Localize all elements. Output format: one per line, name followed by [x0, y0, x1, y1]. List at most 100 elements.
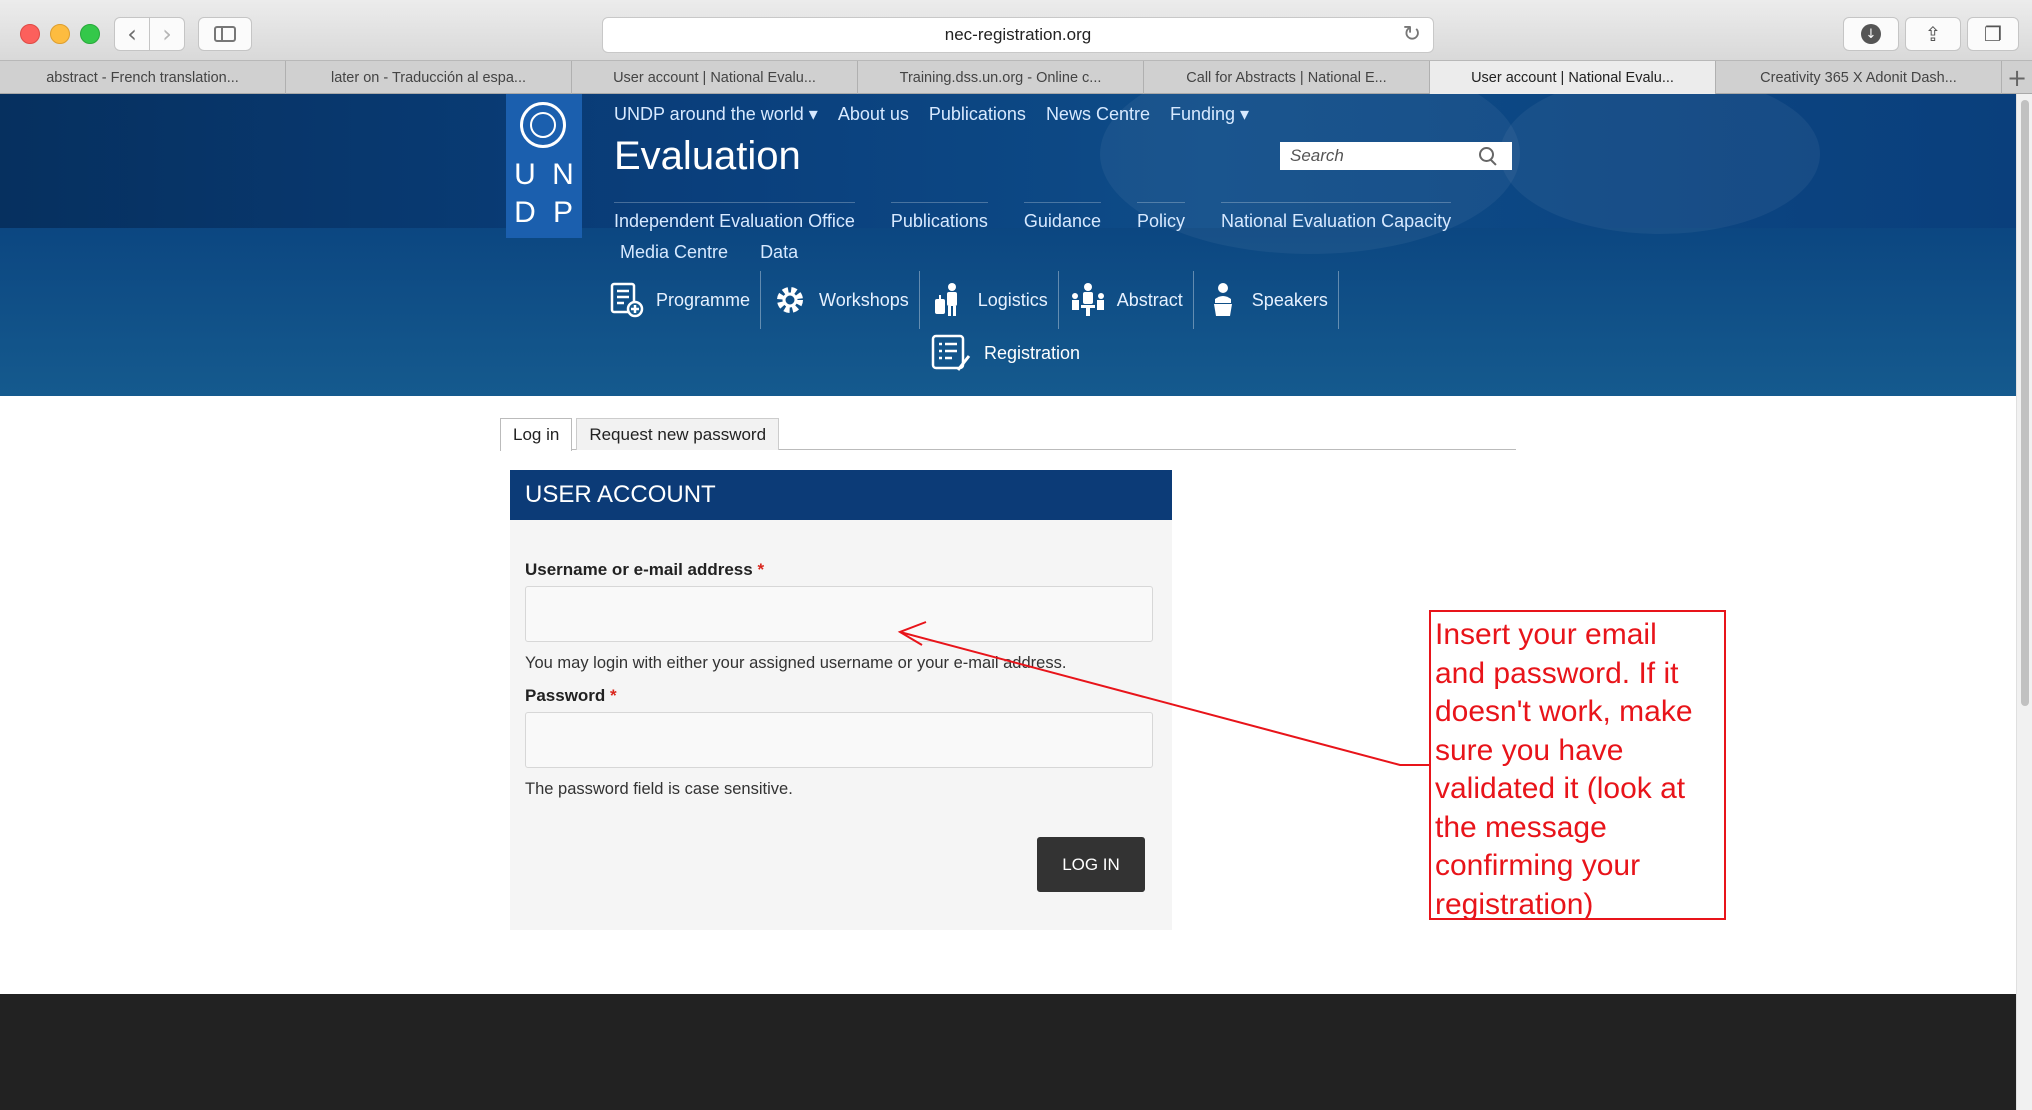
logo-letter: D [514, 196, 536, 229]
browser-tab[interactable]: later on - Traducción al espa... [286, 61, 572, 94]
programme-icon [608, 281, 646, 319]
event-nav-label: Programme [656, 289, 751, 310]
new-tab-button[interactable]: + [2002, 61, 2032, 94]
annotation-line: doesn't work, make [1435, 695, 1693, 728]
event-nav: Programme Workshops Logistics Abstract S… [598, 270, 1339, 330]
registration-icon [931, 334, 971, 371]
nav-policy[interactable]: Policy [1136, 202, 1185, 232]
annotation-note: Insert your email and password. If it do… [1429, 610, 1726, 921]
top-link-about[interactable]: About us [838, 104, 909, 125]
browser-tab-active[interactable]: User account | National Evalu... [1430, 61, 1716, 94]
back-button[interactable]: ‹ [114, 17, 150, 51]
gear-icon [771, 281, 809, 319]
annotation-line: and password. If it [1435, 656, 1679, 690]
browser-tab[interactable]: Call for Abstracts | National E... [1144, 61, 1430, 94]
nav-national-evaluation-capacity[interactable]: National Evaluation Capacity [1221, 202, 1452, 232]
logo-letter: P [552, 196, 573, 229]
required-mark: * [757, 560, 765, 579]
nav-data[interactable]: Data [760, 242, 798, 263]
tabs-icon: ❐ [1984, 22, 2002, 46]
main-nav: Independent Evaluation Office Publicatio… [614, 202, 1452, 232]
logo-letter: U [514, 158, 536, 191]
username-label: Username or e-mail address * [525, 560, 764, 580]
username-input[interactable] [525, 586, 1153, 642]
sub-nav: Media Centre Data [620, 242, 798, 263]
logo-letter: N [552, 158, 574, 191]
event-nav-label: Speakers [1251, 289, 1328, 310]
url-text: nec-registration.org [944, 25, 1092, 44]
nav-guidance[interactable]: Guidance [1023, 202, 1101, 232]
event-nav-label: Abstract [1116, 289, 1183, 310]
minimize-window-button[interactable] [50, 24, 70, 44]
annotation-line: the message [1435, 810, 1607, 844]
search-icon[interactable] [1478, 146, 1498, 166]
nav-publications[interactable]: Publications [890, 202, 988, 232]
event-nav-programme[interactable]: Programme [598, 271, 762, 329]
event-nav-label: Workshops [819, 289, 909, 310]
search-input[interactable] [1280, 143, 1470, 169]
undp-logo[interactable]: U N D P [506, 94, 582, 238]
reload-icon[interactable]: ↻ [1403, 22, 1421, 47]
account-tabs: Log in Request new password [500, 418, 1516, 451]
event-nav-logistics[interactable]: Logistics [920, 271, 1059, 329]
chevron-right-icon: › [162, 20, 172, 48]
tab-log-in[interactable]: Log in [500, 418, 573, 451]
address-bar[interactable]: nec-registration.org ↻ [602, 17, 1434, 53]
log-in-button[interactable]: LOG IN [1037, 837, 1145, 892]
annotation-line: registration) [1435, 887, 1594, 921]
search-box [1280, 142, 1512, 170]
nav-independent-evaluation-office[interactable]: Independent Evaluation Office [614, 202, 855, 232]
card-title: USER ACCOUNT [510, 470, 1172, 520]
password-label-text: Password [525, 686, 606, 705]
required-mark: * [610, 686, 617, 705]
login-form: USER ACCOUNT Username or e-mail address … [510, 470, 1172, 930]
password-label: Password * [525, 686, 617, 706]
top-link-funding[interactable]: Funding ▾ [1170, 104, 1249, 125]
tab-bar: abstract - French translation... later o… [0, 60, 2032, 94]
username-label-text: Username or e-mail address [525, 560, 753, 579]
download-icon: ↓ [1861, 24, 1881, 44]
event-nav-speakers[interactable]: Speakers [1194, 271, 1339, 329]
luggage-icon [930, 281, 968, 319]
share-icon: ⇪ [1924, 22, 1942, 46]
downloads-button[interactable]: ↓ [1843, 17, 1899, 51]
annotation-line: Insert your email [1435, 618, 1657, 651]
sidebar-toggle-button[interactable] [198, 17, 252, 51]
browser-tab[interactable]: abstract - French translation... [0, 61, 286, 94]
share-button[interactable]: ⇪ [1905, 17, 1961, 51]
top-link-news-centre[interactable]: News Centre [1046, 104, 1150, 125]
event-nav-workshops[interactable]: Workshops [761, 271, 920, 329]
top-link-publications[interactable]: Publications [929, 104, 1026, 125]
site-footer [0, 994, 2016, 1110]
event-nav-abstract[interactable]: Abstract [1059, 271, 1194, 329]
chevron-left-icon: ‹ [127, 20, 137, 48]
site-header: U N D P UNDP around the world ▾ About us… [0, 94, 2016, 396]
annotation-line: confirming your [1435, 849, 1641, 882]
zoom-window-button[interactable] [80, 24, 100, 44]
world-map-decoration [1500, 94, 1820, 234]
un-emblem-icon [520, 102, 566, 148]
event-nav-label: Registration [984, 342, 1081, 363]
site-title[interactable]: Evaluation [614, 134, 801, 179]
browser-tab[interactable]: Creativity 365 X Adonit Dash... [1716, 61, 2002, 94]
top-link-undp-world[interactable]: UNDP around the world ▾ [614, 104, 818, 125]
event-nav-label: Logistics [977, 289, 1048, 310]
password-help: The password field is case sensitive. [525, 780, 793, 798]
vertical-scrollbar[interactable] [2016, 94, 2032, 1110]
event-nav-registration[interactable]: Registration [930, 332, 1080, 374]
presentation-icon [1069, 281, 1107, 319]
browser-tab[interactable]: User account | National Evalu... [572, 61, 858, 94]
annotation-line: sure you have [1435, 733, 1624, 767]
scrollbar-thumb[interactable] [2021, 100, 2029, 706]
show-tabs-button[interactable]: ❐ [1967, 17, 2019, 51]
password-input[interactable] [525, 712, 1153, 768]
nav-media-centre[interactable]: Media Centre [620, 242, 728, 263]
annotation-line: validated it (look at [1435, 772, 1686, 805]
close-window-button[interactable] [20, 24, 40, 44]
browser-tab[interactable]: Training.dss.un.org - Online c... [858, 61, 1144, 94]
forward-button[interactable]: › [149, 17, 185, 51]
username-help: You may login with either your assigned … [525, 654, 1067, 672]
tab-request-new-password[interactable]: Request new password [576, 418, 780, 450]
sidebar-icon [214, 26, 236, 42]
top-links: UNDP around the world ▾ About us Publica… [614, 104, 1249, 125]
